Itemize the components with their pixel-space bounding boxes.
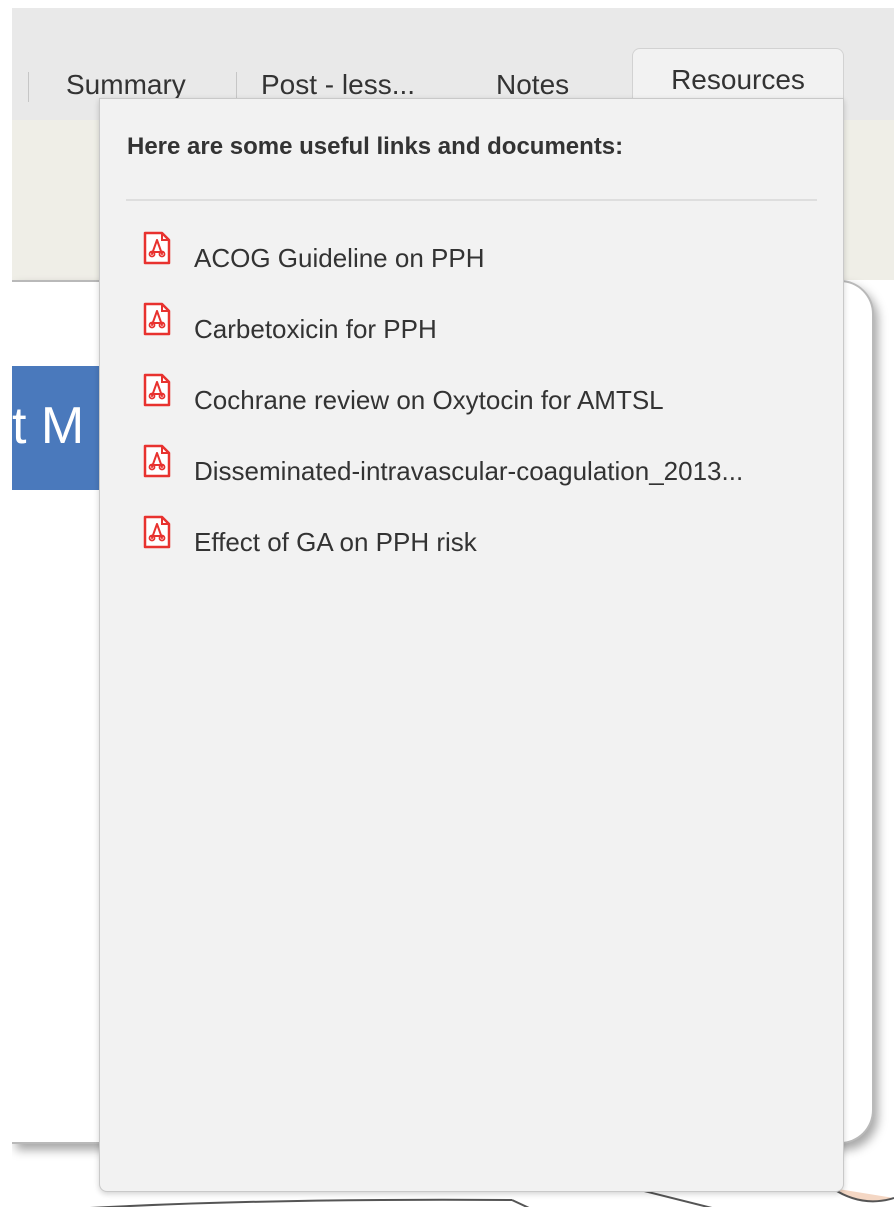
pdf-icon — [143, 515, 171, 549]
pdf-icon — [143, 444, 171, 478]
resources-dropdown-panel: Here are some useful links and documents… — [99, 98, 844, 1192]
resource-label[interactable]: Disseminated-intravascular-coagulation_2… — [194, 456, 743, 487]
resource-label[interactable]: Carbetoxicin for PPH — [194, 314, 437, 345]
slide-title-box: t M — [12, 366, 112, 490]
divider — [126, 199, 817, 201]
pdf-icon — [143, 302, 171, 336]
resource-label[interactable]: Effect of GA on PPH risk — [194, 527, 477, 558]
slide-title-text: t M — [12, 397, 85, 455]
pdf-icon — [143, 373, 171, 407]
pdf-icon — [143, 231, 171, 265]
resource-label[interactable]: ACOG Guideline on PPH — [194, 243, 484, 274]
resource-label[interactable]: Cochrane review on Oxytocin for AMTSL — [194, 385, 664, 416]
tab-separator — [28, 72, 29, 102]
resources-heading: Here are some useful links and documents… — [127, 133, 624, 160]
